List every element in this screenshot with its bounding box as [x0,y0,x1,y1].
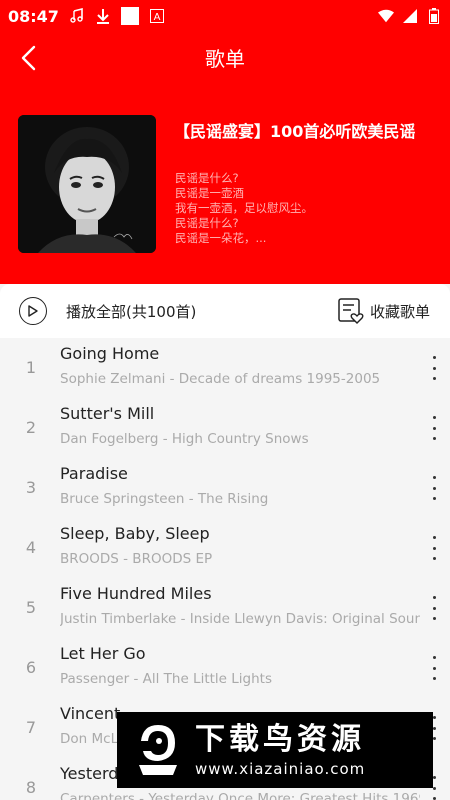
description-line: 民谣是什么? [175,171,239,185]
song-title: Sutter's Mill [60,404,155,423]
song-subtitle: Justin Timberlake - Inside Llewyn Davis:… [60,611,420,627]
watermark-title: 下载鸟资源 [195,722,365,757]
song-title: Five Hundred Miles [60,584,212,603]
song-row[interactable]: 5 Five Hundred Miles Justin Timberlake -… [0,578,450,638]
back-button[interactable] [14,44,42,72]
status-bar: 08:47 A [0,0,450,32]
more-options-icon[interactable] [430,476,438,500]
more-options-icon[interactable] [430,536,438,560]
favorite-label: 收藏歌单 [369,302,430,321]
page-title: 歌单 [205,46,245,71]
watermark-url: www.xiazainiao.com [195,760,366,778]
play-all-button[interactable] [19,297,47,325]
status-time: 08:47 [8,6,59,26]
download-icon [95,8,111,24]
song-subtitle: BROODS - BROODS EP [60,551,213,567]
music-note-icon [69,8,85,24]
playlist-description[interactable]: 民谣是什么? 民谣是一壶酒 我有一壶酒，足以慰风尘。 民谣是什么? 民谣是一朵花… [175,171,313,246]
more-options-icon[interactable] [430,416,438,440]
white-square-icon [120,7,139,25]
song-row[interactable]: 6 Let Her Go Passenger - All The Little … [0,638,450,698]
song-subtitle: Bruce Springsteen - The Rising [60,491,269,507]
song-row[interactable]: 3 Paradise Bruce Springsteen - The Risin… [0,458,450,518]
more-options-icon[interactable] [430,656,438,680]
song-subtitle: Dan Fogelberg - High Country Snows [60,431,309,447]
action-bar: 播放全部(共100首) 收藏歌单 [0,284,450,338]
more-options-icon[interactable] [430,356,438,380]
svg-text:A: A [154,12,161,23]
song-title: Sleep, Baby, Sleep [60,524,210,543]
song-subtitle: Carpenters - Yesterday Once More: Greate… [60,791,420,800]
bird-logo-icon [139,725,177,775]
battery-icon [426,8,442,24]
song-title: Paradise [60,464,128,483]
watermark-banner: 下载鸟资源 www.xiazainiao.com [117,712,433,788]
more-options-icon[interactable] [430,596,438,620]
song-index: 5 [25,598,37,617]
play-icon [28,305,38,317]
song-subtitle: Passenger - All The Little Lights [60,671,272,687]
description-line: 民谣是一壶酒 [175,186,244,200]
playlist-title: 【民谣盛宴】100首必听欧美民谣 [174,122,416,141]
cover-portrait-image [18,115,156,253]
chevron-left-icon [21,45,36,71]
song-subtitle: Sophie Zelmani - Decade of dreams 1995-2… [60,371,381,387]
song-row[interactable]: 2 Sutter's Mill Dan Fogelberg - High Cou… [0,398,450,458]
song-index: 8 [25,778,37,797]
song-index: 3 [25,478,37,497]
playlist-header: 歌单 【民谣盛宴】100首必听欧美民谣 民谣是什么? 民谣是一壶酒 我有一壶酒，… [0,32,450,284]
play-all-label[interactable]: 播放全部(共100首) [66,301,196,322]
song-row[interactable]: 1 Going Home Sophie Zelmani - Decade of … [0,338,450,398]
song-index: 2 [25,418,37,437]
favorite-list-icon [338,298,364,324]
description-line: 民谣是一朵花，... [175,231,267,245]
favorite-playlist-button[interactable]: 收藏歌单 [338,298,430,324]
song-row[interactable]: 4 Sleep, Baby, Sleep BROODS - BROODS EP [0,518,450,578]
song-index: 1 [25,358,37,377]
nav-bar: 歌单 [0,32,450,82]
song-index: 6 [25,658,37,677]
wifi-icon [378,8,394,24]
song-title: Going Home [60,344,160,363]
description-line: 我有一壶酒，足以慰风尘。 [175,201,313,215]
description-line: 民谣是什么? [175,216,239,230]
a-badge-icon: A [149,8,165,24]
playlist-cover[interactable] [18,115,156,253]
song-title: Vincent [60,704,121,723]
song-index: 4 [25,538,37,557]
song-index: 7 [25,718,37,737]
signal-icon [402,8,418,24]
song-title: Let Her Go [60,644,146,663]
